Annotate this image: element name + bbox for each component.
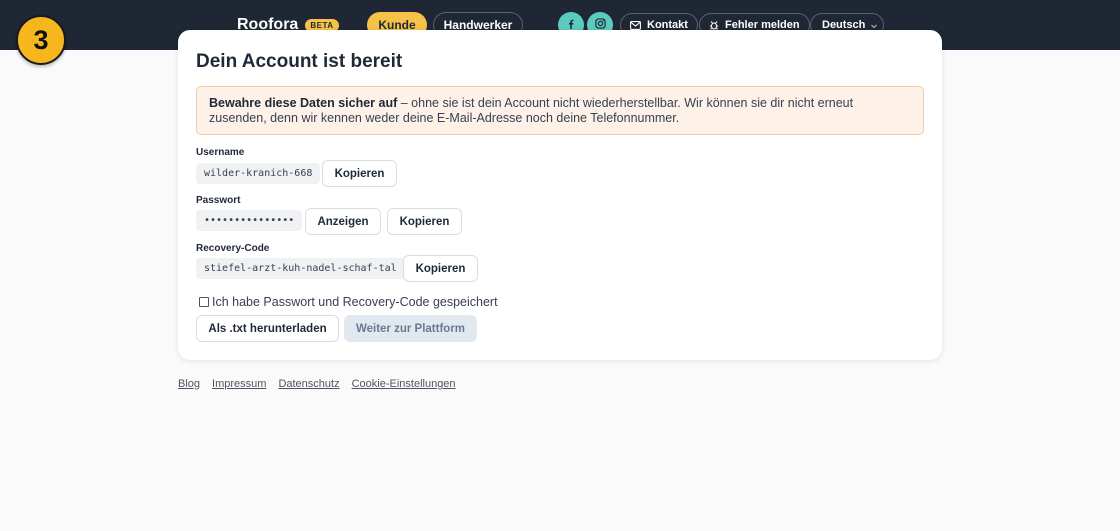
- mail-icon: [630, 20, 641, 30]
- username-label: Username: [196, 147, 245, 158]
- copy-recovery-code-button[interactable]: Kopieren: [403, 255, 478, 282]
- footer-links: Blog Impressum Datenschutz Cookie-Einste…: [178, 378, 468, 390]
- step-badge: 3: [16, 15, 66, 65]
- page-title: Dein Account ist bereit: [196, 51, 403, 72]
- footer-link-cookie-settings[interactable]: Cookie-Einstellungen: [352, 378, 456, 390]
- password-value: •••••••••••••••: [196, 210, 303, 231]
- footer-link-impressum[interactable]: Impressum: [212, 378, 266, 390]
- recovery-code-label: Recovery-Code: [196, 243, 270, 254]
- footer-link-datenschutz[interactable]: Datenschutz: [278, 378, 339, 390]
- saved-confirmation-row[interactable]: Ich habe Passwort und Recovery-Code gesp…: [199, 295, 498, 309]
- saved-checkbox-label: Ich habe Passwort und Recovery-Code gesp…: [212, 295, 498, 309]
- footer-link-blog[interactable]: Blog: [178, 378, 200, 390]
- notice-bold: Bewahre diese Daten sicher auf: [209, 96, 398, 110]
- copy-password-button[interactable]: Kopieren: [387, 208, 462, 235]
- download-txt-button[interactable]: Als .txt herunterladen: [196, 315, 339, 342]
- copy-username-button[interactable]: Kopieren: [322, 160, 397, 187]
- password-label: Passwort: [196, 195, 241, 206]
- saved-checkbox[interactable]: [199, 297, 209, 307]
- warning-notice: Bewahre diese Daten sicher auf – ohne si…: [196, 86, 924, 135]
- continue-button[interactable]: Weiter zur Plattform: [344, 315, 477, 342]
- show-password-button[interactable]: Anzeigen: [305, 208, 381, 235]
- account-card: [178, 30, 942, 360]
- bug-icon: [709, 20, 719, 30]
- recovery-code-value: stiefel-arzt-kuh-nadel-schaf-tal: [196, 258, 405, 279]
- username-value: wilder-kranich-668: [196, 163, 321, 184]
